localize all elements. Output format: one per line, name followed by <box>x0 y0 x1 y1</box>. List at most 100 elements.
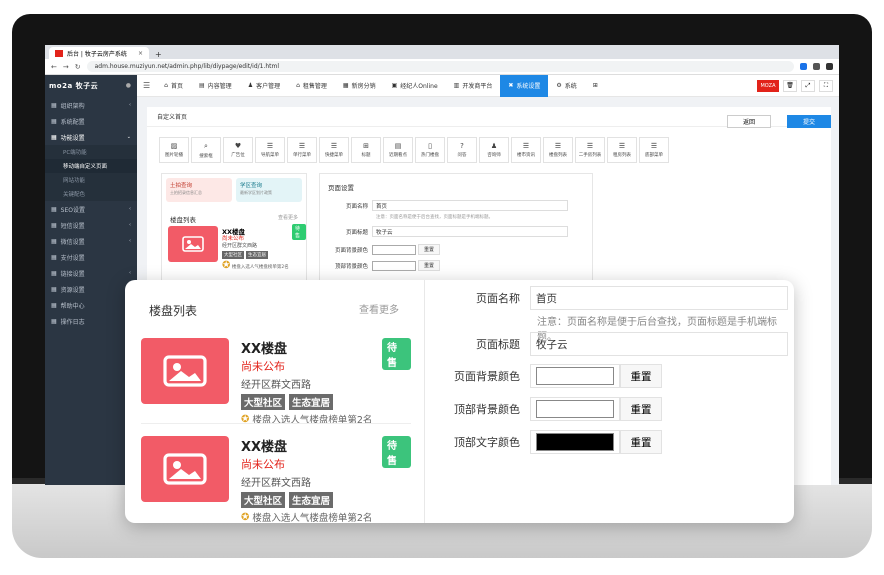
banner-school[interactable]: 学区查询 最新学区划片政策 <box>236 178 302 202</box>
field-label: 顶部背景颜色 <box>454 403 520 416</box>
widget-label: 近期看点 <box>389 153 407 158</box>
page-name-input[interactable]: 首页 <box>530 286 788 310</box>
browser-tab[interactable]: 后台 | 牧子云房产系统 × <box>49 47 149 59</box>
widget-label: 咨询师 <box>487 153 501 158</box>
sidebar-sub-color[interactable]: 关键配色 <box>45 187 137 201</box>
sidebar-item-org[interactable]: ▦ 组织架构 ‹ <box>45 97 137 113</box>
sidebar-item-features[interactable]: ▦ 功能设置 ⌄ <box>45 129 137 145</box>
sidebar-sub-pc[interactable]: PC端功能 <box>45 145 137 159</box>
field-label: 页面名称 <box>476 292 520 305</box>
more-link[interactable]: 查看更多 <box>359 301 399 316</box>
list-item[interactable]: XX楼盘 尚未公布 经开区群文西路 待售 大型社区 生态宜居 ✪ 楼盘入选人气楼盘… <box>141 338 411 428</box>
list-icon: ☰ <box>522 142 530 150</box>
reload-icon[interactable]: ↻ <box>75 63 81 71</box>
widget-carousel[interactable]: ▨ 图片轮播 <box>159 137 189 163</box>
listing-name: XX楼盘 <box>241 342 288 357</box>
nav-settings[interactable]: ✖ 系统设置 <box>500 74 549 97</box>
reset-button[interactable]: 重置 <box>620 364 662 388</box>
widget-qa[interactable]: ? 问答 <box>447 137 477 163</box>
nav-developer[interactable]: ▥ 开发商平台 <box>446 75 501 97</box>
widget-news[interactable]: ▤ 近期看点 <box>383 137 413 163</box>
page-name-input[interactable]: 首页 <box>372 200 568 211</box>
extension-icon[interactable] <box>800 63 807 70</box>
widget-rent[interactable]: ☰ 租房列表 <box>607 137 637 163</box>
sidebar-item-link[interactable]: ▦ 链接设置 ‹ <box>45 265 137 281</box>
nav-home[interactable]: ⌂ 首页 <box>156 75 191 97</box>
url-input[interactable]: adm.house.muziyun.net/admin.php/lib/diyp… <box>86 61 794 72</box>
nav-agent[interactable]: ▣ 经纪人Online <box>384 75 446 97</box>
widget-quick-menu[interactable]: ☰ 快捷菜单 <box>319 137 349 163</box>
nav-label: 内容管理 <box>207 83 232 90</box>
back-arrow-icon[interactable]: ← <box>51 63 57 71</box>
widget-second[interactable]: ☰ 二手房列表 <box>575 137 605 163</box>
widget-footer[interactable]: ☰ 底部菜单 <box>639 137 669 163</box>
form-row-title: 页面标题 牧子云 <box>320 226 568 237</box>
user-avatar[interactable]: MOZA <box>757 79 779 92</box>
widget-consultant[interactable]: ♟ 咨询师 <box>479 137 509 163</box>
widget-hot[interactable]: ▯ 热门楼盘 <box>415 137 445 163</box>
nav-system[interactable]: ⚙ 系统 <box>548 75 584 97</box>
sidebar-sub-mobile[interactable]: 移动端自定义页面 <box>45 159 137 173</box>
tag: 大型社区 <box>241 394 286 410</box>
tag: 生态宜居 <box>289 394 334 410</box>
grid-icon[interactable]: ⊞ <box>585 75 606 97</box>
widget-listing[interactable]: ☰ 楼盘列表 <box>543 137 573 163</box>
widget-ad[interactable]: ♥ 广告位 <box>223 137 253 163</box>
close-icon[interactable]: × <box>138 50 143 57</box>
sidebar-item-resource[interactable]: ▦ 资源设置‹ <box>45 281 137 297</box>
reset-button[interactable]: 重置 <box>418 260 440 271</box>
top-bg-color-picker[interactable] <box>530 397 620 421</box>
sidebar-item-pay[interactable]: ▦ 支付设置 <box>45 249 137 265</box>
puzzle-icon[interactable] <box>813 63 820 70</box>
bg-color-swatch[interactable] <box>372 244 416 255</box>
chevron-left-icon: ‹ <box>129 270 131 276</box>
widget-market[interactable]: ☰ 楼市资讯 <box>511 137 541 163</box>
page-title-input[interactable]: 牧子云 <box>530 332 788 356</box>
reset-button[interactable]: 重置 <box>620 397 662 421</box>
menu-toggle-icon[interactable]: ☰ <box>143 81 150 90</box>
banner-land[interactable]: 土拍查询 土拍招录信息汇总 <box>166 178 232 202</box>
list-item[interactable]: XX楼盘 尚未公布 经开区群文西路 待售 大型社区 生态宜居 ✪ 楼盘入选人气楼盘… <box>141 436 411 523</box>
nav-newhome[interactable]: ▦ 新房分销 <box>335 75 384 97</box>
search-icon: ⌕ <box>204 141 208 150</box>
widget-label: 快捷菜单 <box>325 153 343 158</box>
widget-nav[interactable]: ☰ 导航菜单 <box>255 137 285 163</box>
page-title-input[interactable]: 牧子云 <box>372 226 568 237</box>
bg-color-picker[interactable] <box>530 364 620 388</box>
sidebar-item-config[interactable]: ▦ 系统配置 <box>45 113 137 129</box>
widget-search[interactable]: ⌕ 搜索框 <box>191 137 221 163</box>
listing-tags: 大型社区 生态宜居 <box>241 492 334 508</box>
more-link[interactable]: 查看更多 <box>278 214 298 221</box>
new-tab-icon[interactable]: + <box>155 50 162 59</box>
profile-icon[interactable] <box>826 63 833 70</box>
forward-arrow-icon[interactable]: → <box>63 63 69 71</box>
top-text-color-picker[interactable] <box>530 430 620 454</box>
nav-rental[interactable]: ⌂ 租售管理 <box>288 75 335 97</box>
sidebar-item-label: 资源设置 <box>60 286 85 294</box>
widget-title[interactable]: ⊞ 标题 <box>351 137 381 163</box>
nav-customers[interactable]: ♟ 客户管理 <box>240 75 288 97</box>
widget-label: 底部菜单 <box>645 153 663 158</box>
fullscreen-icon[interactable]: ⛶ <box>819 79 833 92</box>
sidebar-sub-web[interactable]: 网站功能 <box>45 173 137 187</box>
sidebar-item-seo[interactable]: ▦ SEO设置 ‹ <box>45 201 137 217</box>
expand-icon[interactable]: ⤢ <box>801 79 815 92</box>
sidebar-item-wechat[interactable]: ▦ 微信设置 ‹ <box>45 233 137 249</box>
submit-button[interactable]: 提交 <box>787 115 831 128</box>
reset-button[interactable]: 重置 <box>620 430 662 454</box>
sidebar-item-sms[interactable]: ▦ 短信设置 ‹ <box>45 217 137 233</box>
chevron-left-icon: ‹ <box>129 222 131 228</box>
sidebar-item-log[interactable]: ▦ 操作日志 <box>45 313 137 329</box>
widget-label: 问答 <box>457 153 467 158</box>
section-title: 楼盘列表 <box>149 304 198 318</box>
form-row-top-bg: 顶部背景颜色 重置 <box>320 260 440 271</box>
trash-icon[interactable]: 🗑 <box>783 79 797 92</box>
back-button[interactable]: 返回 <box>727 115 771 128</box>
top-bg-color-swatch[interactable] <box>372 260 416 271</box>
widget-single-menu[interactable]: ☰ 单行菜单 <box>287 137 317 163</box>
sidebar-item-help[interactable]: ▦ 帮助中心 <box>45 297 137 313</box>
nav-label: 新房分销 <box>351 83 376 90</box>
reset-button[interactable]: 重置 <box>418 244 440 255</box>
listing-status: 尚未公布 <box>241 458 285 471</box>
nav-content[interactable]: ▤ 内容管理 <box>191 75 240 97</box>
